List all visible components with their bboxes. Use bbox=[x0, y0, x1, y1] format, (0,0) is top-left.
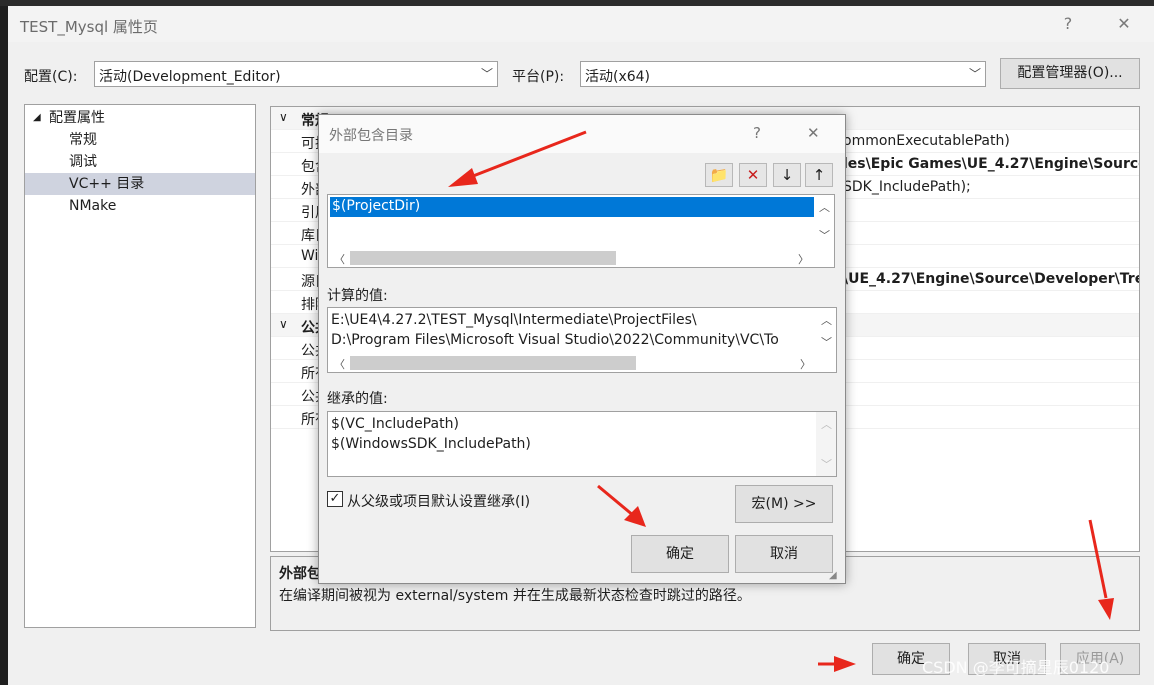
annotation-arrow bbox=[818, 656, 856, 672]
watermark: CSDN @李可摘星辰0120 bbox=[922, 658, 1110, 677]
annotation-arrow bbox=[597, 484, 646, 527]
annotation-layer bbox=[448, 130, 1114, 672]
annotation-arrow bbox=[1088, 519, 1114, 620]
annotation-arrow bbox=[448, 130, 587, 187]
